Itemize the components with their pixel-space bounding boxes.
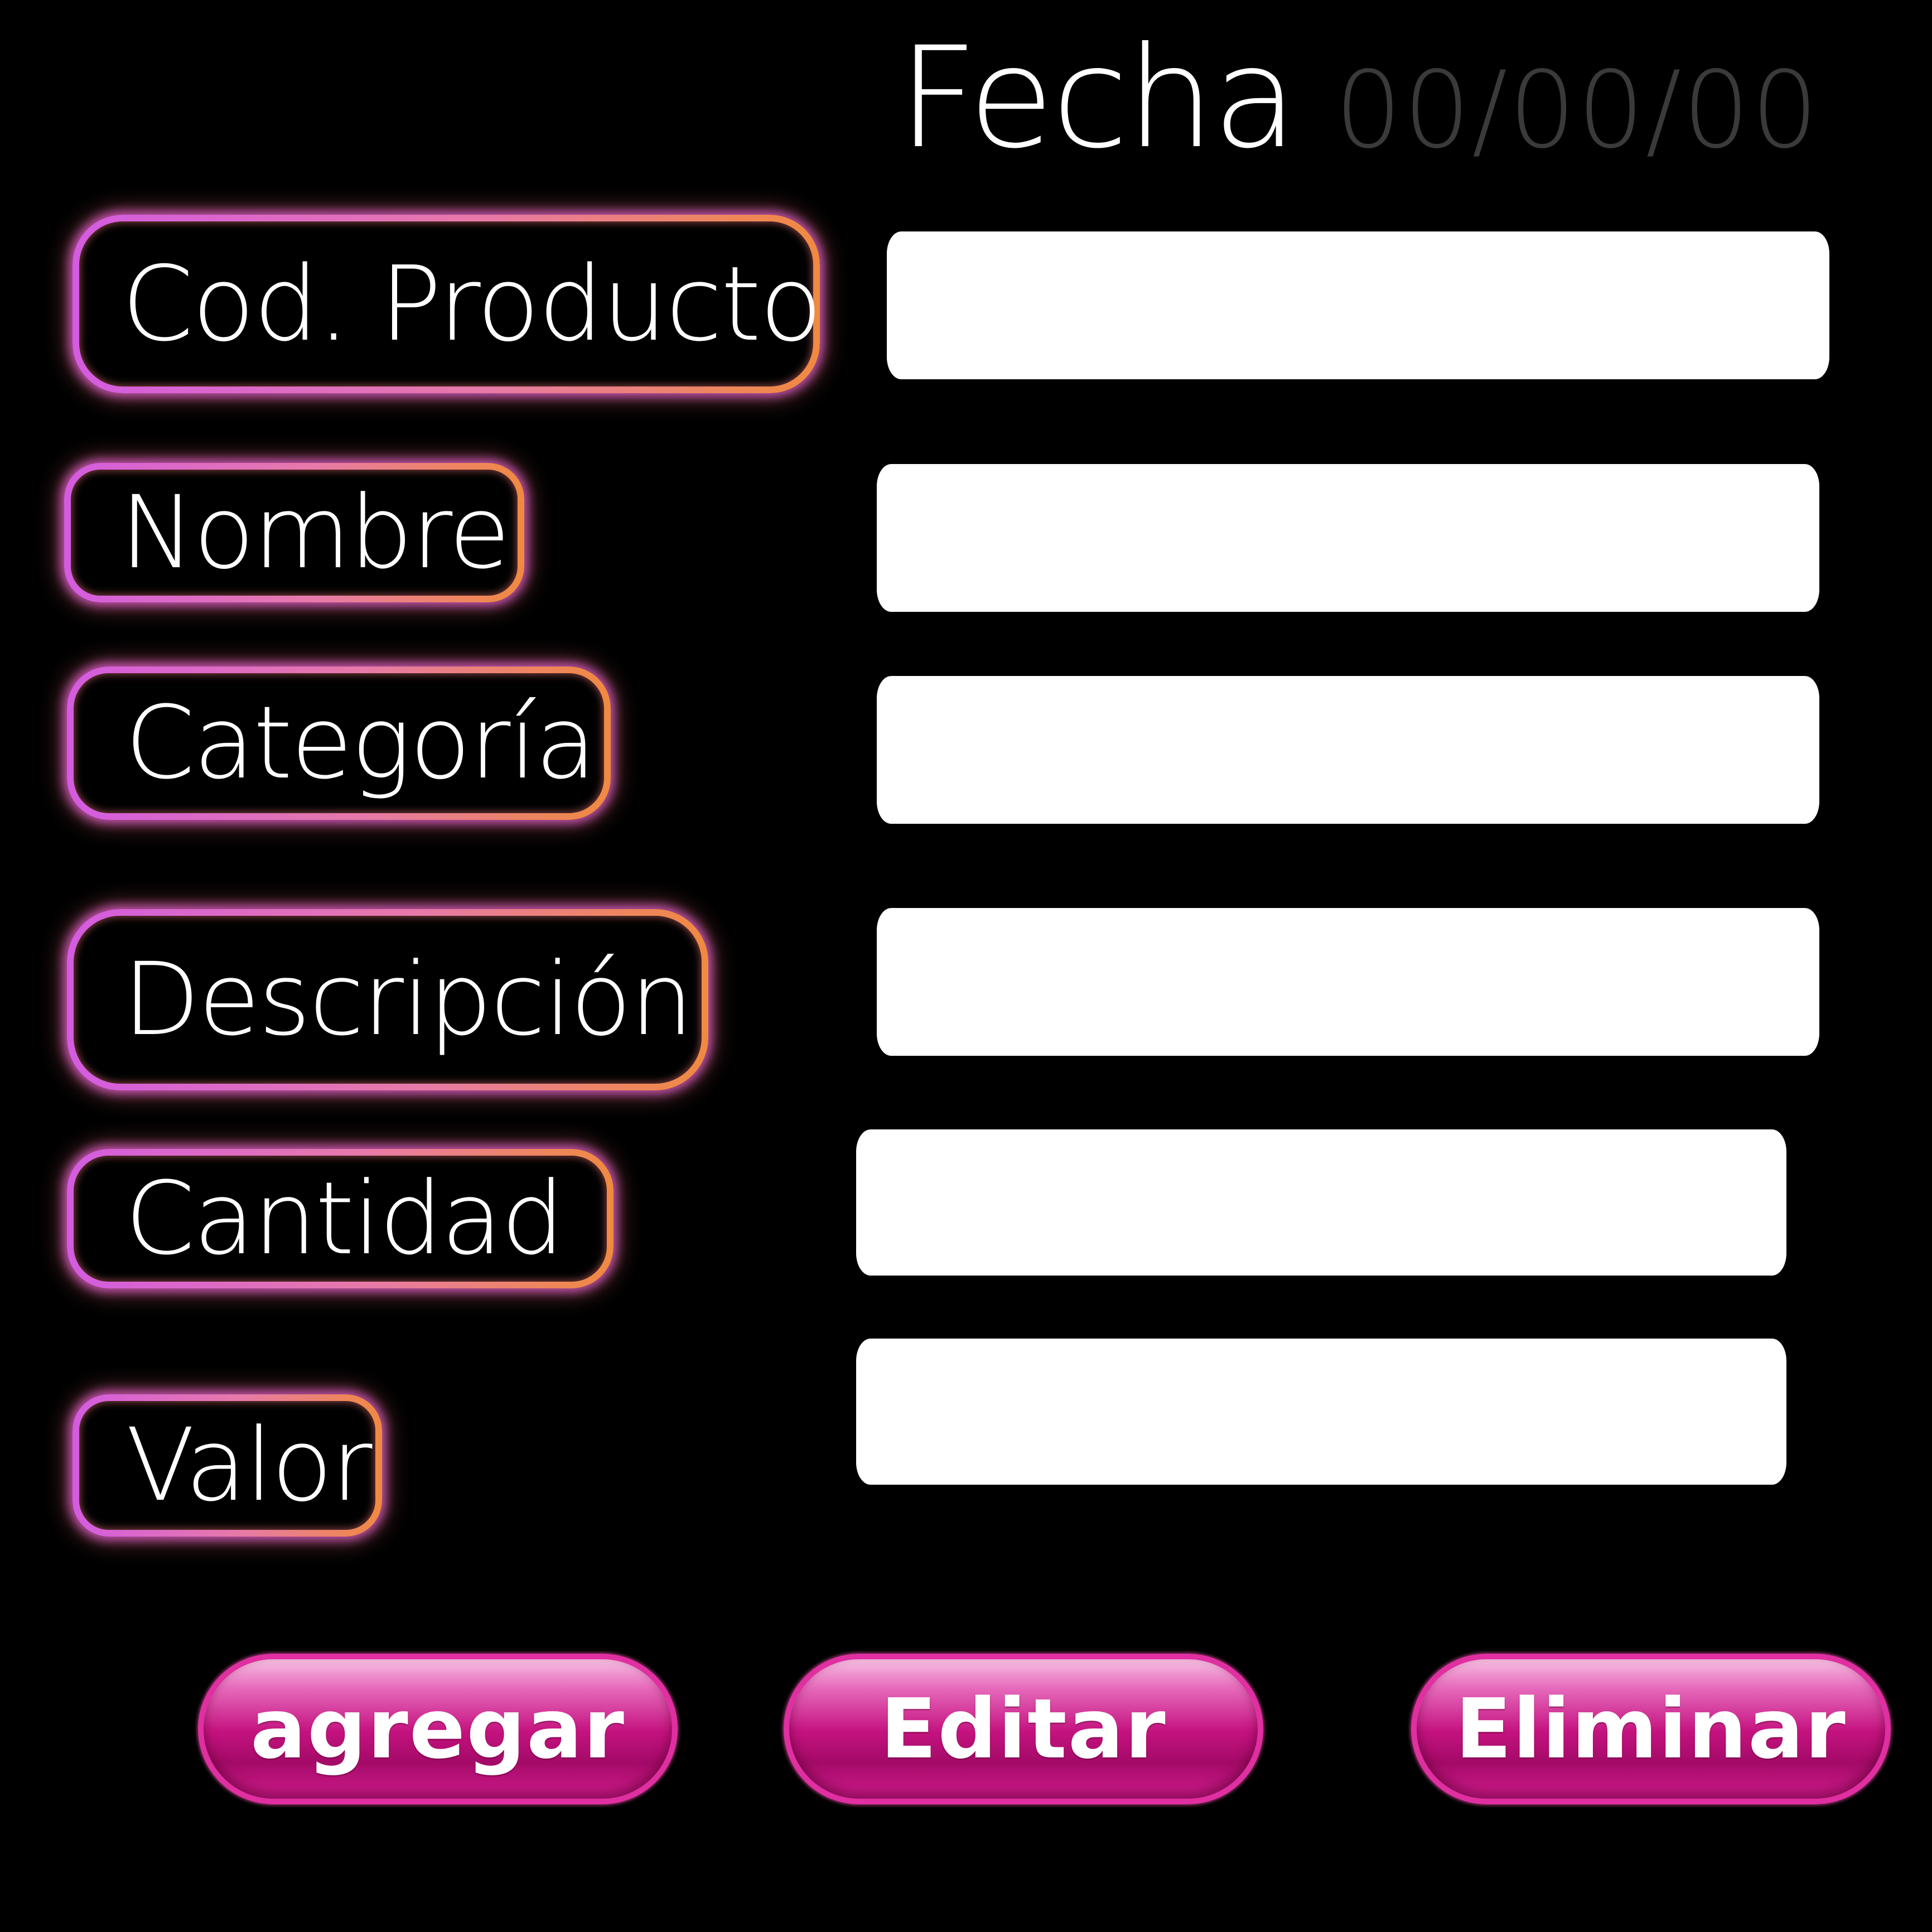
date-label: Fecha (898, 16, 1298, 179)
label-nombre-text: Nombre (120, 474, 510, 591)
add-button[interactable]: agregar (198, 1654, 678, 1804)
label-valor-text: Valor (126, 1407, 373, 1524)
edit-button[interactable]: Editar (784, 1654, 1263, 1804)
label-descripcion: Descripción (67, 909, 708, 1090)
delete-button[interactable]: Eliminar (1411, 1654, 1891, 1804)
delete-button-label: Eliminar (1455, 1681, 1847, 1777)
label-nombre: Nombre (64, 463, 524, 602)
label-cantidad-text: Cantidad (125, 1160, 564, 1277)
date-value: 00/00/00 (1335, 48, 1820, 172)
cod-producto-input[interactable] (887, 231, 1829, 379)
descripcion-input[interactable] (877, 908, 1819, 1056)
label-descripcion-text: Descripción (123, 941, 694, 1058)
cantidad-input[interactable] (856, 1129, 1786, 1276)
label-cod-producto: Cod. Producto (73, 215, 823, 393)
valor-input[interactable] (856, 1339, 1786, 1485)
edit-button-label: Editar (880, 1681, 1167, 1777)
label-categoria-text: Categoría (125, 685, 597, 801)
label-cantidad: Cantidad (67, 1149, 614, 1288)
categoria-input[interactable] (877, 676, 1819, 824)
add-button-label: agregar (250, 1681, 625, 1777)
nombre-input[interactable] (877, 464, 1819, 612)
label-cod-producto-text: Cod. Producto (122, 244, 823, 364)
date-header: Fecha 00/00/00 (898, 17, 1820, 179)
label-valor: Valor (73, 1394, 382, 1537)
label-categoria: Categoría (67, 666, 611, 820)
